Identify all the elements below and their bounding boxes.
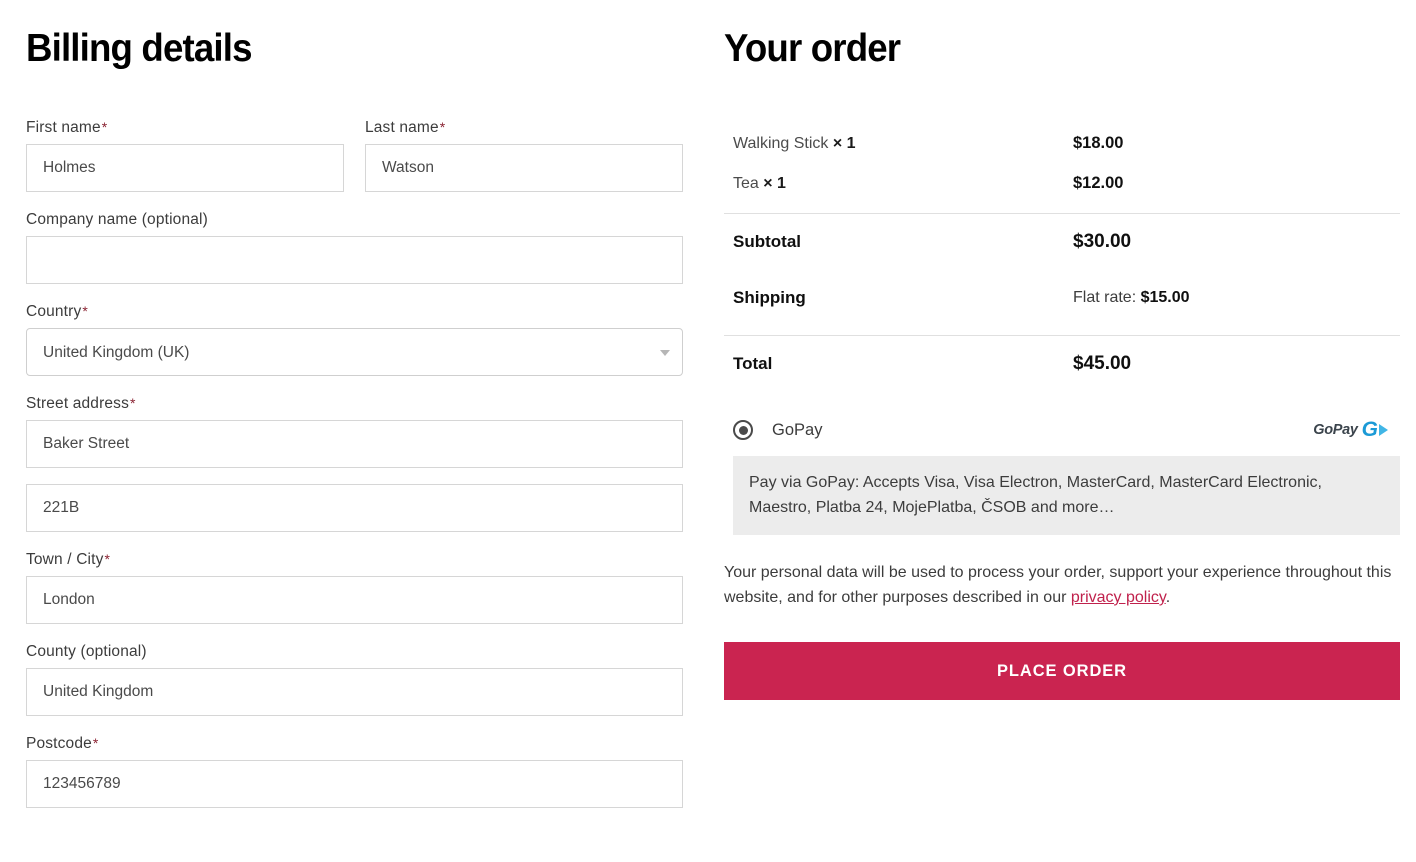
postcode-field: Postcode*: [26, 734, 683, 808]
postcode-label: Postcode*: [26, 734, 683, 753]
required-asterisk: *: [82, 303, 88, 319]
order-item-qty: × 1: [763, 175, 786, 192]
order-heading: Your order: [724, 27, 901, 70]
street-address-field: Street address*: [26, 394, 683, 468]
payment-method-gopay[interactable]: GoPay GoPay G: [724, 410, 1400, 450]
radio-gopay-icon[interactable]: [733, 420, 753, 440]
shipping-label: Shipping: [733, 288, 806, 307]
street-address-label: Street address*: [26, 394, 683, 413]
shipping-row: Shipping Flat rate: $15.00: [724, 270, 1400, 326]
order-item-price: $12.00: [1073, 174, 1124, 192]
order-item-name: Walking Stick × 1: [733, 133, 1073, 155]
company-name-field: Company name (optional): [26, 210, 683, 284]
first-name-input[interactable]: [26, 144, 344, 192]
checkout-page: Billing details First name* Last name* C…: [0, 0, 1416, 862]
name-row: First name* Last name*: [26, 118, 683, 210]
order-items: Walking Stick × 1 $18.00 Tea × 1 $12.00: [724, 118, 1400, 204]
gopay-letter: G: [1361, 418, 1378, 441]
privacy-policy-link[interactable]: privacy policy: [1071, 589, 1166, 606]
last-name-field: Last name*: [365, 118, 683, 192]
town-city-field: Town / City*: [26, 550, 683, 624]
last-name-input[interactable]: [365, 144, 683, 192]
company-name-input[interactable]: [26, 236, 683, 284]
order-item-name: Tea × 1: [733, 173, 1073, 195]
last-name-label: Last name*: [365, 118, 683, 137]
play-triangle-icon: [1379, 424, 1388, 436]
street-address-line2-input[interactable]: [26, 484, 683, 532]
county-label: County (optional): [26, 643, 147, 660]
shipping-value: Flat rate: $15.00: [1073, 289, 1190, 307]
shipping-method-prefix: Flat rate:: [1073, 289, 1141, 306]
county-input[interactable]: [26, 668, 683, 716]
street-address-label-text: Street address: [26, 395, 129, 412]
first-name-field: First name*: [26, 118, 344, 192]
required-asterisk: *: [129, 395, 136, 411]
gopay-wordmark: GoPay: [1313, 422, 1358, 438]
payment-methods: GoPay GoPay G Pay via GoPay: Accepts Vis…: [724, 410, 1400, 535]
order-review-table: Walking Stick × 1 $18.00 Tea × 1 $12.00 …: [724, 118, 1400, 392]
company-name-label: Company name (optional): [26, 211, 208, 228]
required-asterisk: *: [92, 735, 99, 751]
order-item-qty: × 1: [832, 135, 856, 152]
subtotal-value: $30.00: [1073, 231, 1132, 252]
street-address-line1-input[interactable]: [26, 420, 683, 468]
shipping-amount: $15.00: [1140, 289, 1190, 306]
country-field: Country* United Kingdom (UK): [26, 302, 683, 376]
gopay-mark-icon: G: [1361, 418, 1388, 441]
billing-details-section: Billing details First name* Last name* C…: [0, 0, 710, 826]
order-item-title: Walking Stick: [733, 135, 829, 152]
required-asterisk: *: [101, 119, 108, 135]
postcode-label-text: Postcode: [26, 735, 92, 752]
billing-heading: Billing details: [26, 27, 252, 70]
country-select-wrapper: United Kingdom (UK): [26, 328, 683, 376]
order-item-title: Tea: [733, 175, 759, 192]
town-city-input[interactable]: [26, 576, 683, 624]
first-name-label: First name*: [26, 118, 344, 137]
required-asterisk: *: [439, 119, 446, 135]
privacy-notice: Your personal data will be used to proce…: [724, 560, 1400, 610]
town-city-label: Town / City*: [26, 550, 683, 569]
postcode-input[interactable]: [26, 760, 683, 808]
gopay-logo: GoPay G: [1313, 418, 1394, 441]
last-name-label-text: Last name: [365, 119, 439, 136]
country-label: Country*: [26, 302, 683, 321]
order-item-row: Walking Stick × 1 $18.00: [724, 124, 1400, 164]
total-value: $45.00: [1073, 353, 1132, 374]
payment-method-description: Pay via GoPay: Accepts Visa, Visa Electr…: [733, 456, 1400, 535]
town-city-label-text: Town / City: [26, 551, 104, 568]
order-item-row: Tea × 1 $12.00: [724, 164, 1400, 204]
order-item-price: $18.00: [1073, 134, 1124, 152]
country-select[interactable]: United Kingdom (UK): [26, 328, 683, 376]
your-order-section: Your order Walking Stick × 1 $18.00 Tea …: [710, 0, 1416, 700]
required-asterisk: *: [104, 551, 111, 567]
country-label-text: Country: [26, 303, 82, 320]
total-label: Total: [733, 354, 773, 373]
place-order-button[interactable]: PLACE ORDER: [724, 642, 1400, 700]
payment-method-label: GoPay: [772, 420, 823, 439]
privacy-text-after: .: [1165, 589, 1171, 606]
privacy-text-before: Your personal data will be used to proce…: [724, 564, 1392, 606]
total-row: Total $45.00: [724, 336, 1400, 392]
subtotal-row: Subtotal $30.00: [724, 214, 1400, 270]
street-address-line2-field: [26, 484, 683, 532]
subtotal-label: Subtotal: [733, 232, 801, 251]
first-name-label-text: First name: [26, 119, 101, 136]
county-field: County (optional): [26, 642, 683, 716]
